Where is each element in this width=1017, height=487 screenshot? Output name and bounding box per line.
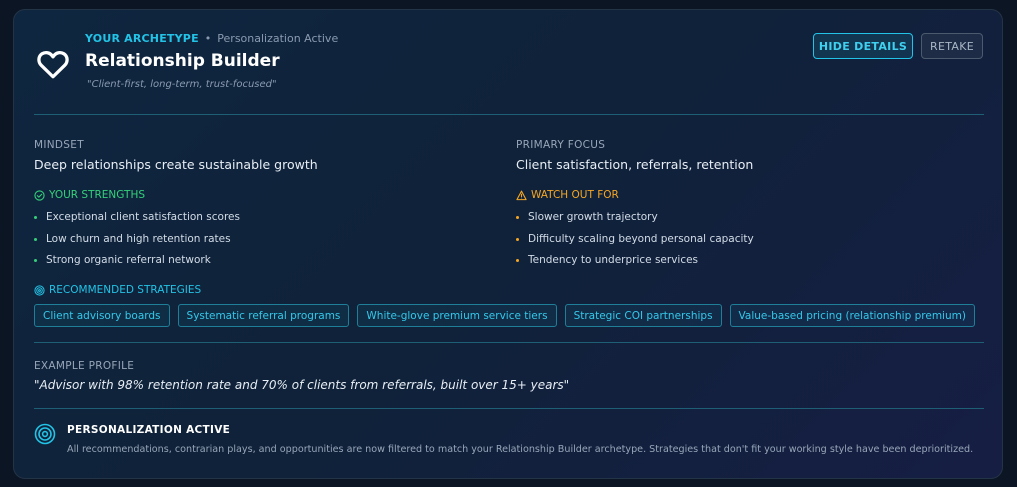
target-icon: [34, 284, 45, 296]
divider: [34, 114, 984, 115]
divider: [34, 342, 984, 343]
bullet-dot: [34, 237, 37, 241]
watch-out-label: WATCH OUT FOR: [531, 189, 619, 201]
watch-out-text: Slower growth trajectory: [528, 211, 658, 223]
strategy-chip[interactable]: Client advisory boards: [34, 304, 170, 327]
archetype-tagline: "Client-first, long-term, trust-focused": [87, 79, 277, 90]
personalization-status: Personalization Active: [217, 32, 339, 45]
list-item: Slower growth trajectory: [516, 210, 754, 232]
bullet-dot: [34, 259, 37, 262]
watch-out-text: Tendency to underprice services: [528, 254, 699, 266]
warning-icon: [516, 190, 527, 200]
list-item: Strong organic referral network: [34, 253, 240, 275]
archetype-title: Relationship Builder: [85, 51, 280, 71]
watch-out-list: Slower growth trajectory Difficulty scal…: [516, 210, 754, 275]
list-item: Tendency to underprice services: [516, 253, 754, 275]
strengths-label: YOUR STRENGTHS: [49, 189, 146, 201]
example-profile-quote: "Advisor with 98% retention rate and 70%…: [34, 378, 570, 392]
strengths-list: Exceptional client satisfaction scores L…: [34, 210, 240, 275]
hide-details-button[interactable]: HIDE DETAILS: [813, 33, 913, 59]
watch-out-heading: WATCH OUT FOR: [516, 189, 619, 201]
bullet-dot: [34, 216, 37, 219]
primary-focus-label: PRIMARY FOCUS: [516, 139, 606, 151]
personalization-description: All recommendations, contrarian plays, a…: [67, 444, 974, 455]
primary-focus-value: Client satisfaction, referrals, retentio…: [516, 157, 754, 172]
list-item: Exceptional client satisfaction scores: [34, 210, 240, 232]
strength-text: Low churn and high retention rates: [46, 232, 231, 245]
strength-text: Exceptional client satisfaction scores: [46, 211, 240, 223]
target-icon: [34, 423, 56, 445]
strategies-label: RECOMMENDED STRATEGIES: [49, 284, 202, 296]
strategy-chip[interactable]: Systematic referral programs: [177, 304, 350, 327]
strategies-heading: RECOMMENDED STRATEGIES: [34, 284, 201, 296]
list-item: Difficulty scaling beyond personal capac…: [516, 232, 754, 254]
strengths-heading: YOUR STRENGTHS: [34, 189, 145, 201]
check-circle-icon: [34, 189, 45, 201]
strength-text: Strong organic referral network: [46, 254, 211, 266]
bullet-dot: [516, 259, 519, 262]
strategy-chip[interactable]: Value-based pricing (relationship premiu…: [729, 304, 975, 327]
strategy-chip[interactable]: White-glove premium service tiers: [357, 304, 557, 327]
archetype-label: YOUR ARCHETYPE: [85, 32, 199, 45]
strategy-chip-list: Client advisory boards Systematic referr…: [34, 304, 975, 327]
list-item: Low churn and high retention rates: [34, 232, 240, 254]
mindset-label: MINDSET: [34, 139, 84, 151]
separator-dot: •: [204, 32, 212, 45]
strategy-chip[interactable]: Strategic COI partnerships: [564, 304, 722, 327]
bullet-dot: [516, 237, 519, 241]
retake-button[interactable]: RETAKE: [921, 33, 983, 59]
personalization-title: PERSONALIZATION ACTIVE: [67, 424, 231, 436]
bullet-dot: [516, 216, 519, 219]
mindset-value: Deep relationships create sustainable gr…: [34, 157, 318, 172]
heart-icon: [37, 50, 69, 79]
divider: [34, 408, 984, 409]
archetype-card: YOUR ARCHETYPE • Personalization Active Re…: [13, 9, 1003, 479]
example-profile-label: EXAMPLE PROFILE: [34, 360, 135, 372]
archetype-header-line: YOUR ARCHETYPE • Personalization Active: [85, 32, 338, 45]
watch-out-text: Difficulty scaling beyond personal capac…: [528, 232, 754, 245]
